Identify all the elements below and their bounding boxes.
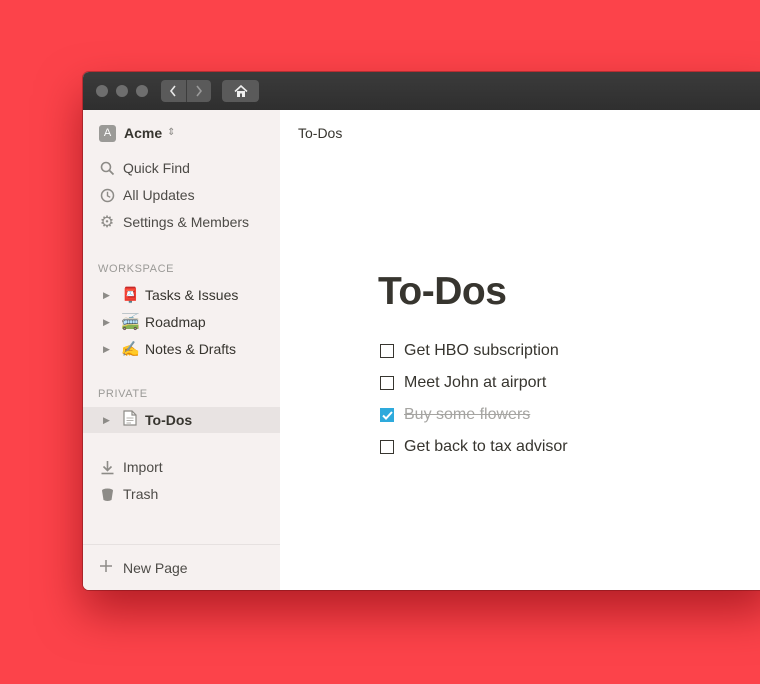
sidebar-page-tasks-issues[interactable]: ▶ 📮 Tasks & Issues [83,282,280,308]
forward-button[interactable] [185,80,212,102]
sidebar-page-label: Roadmap [145,314,206,330]
chevron-right-icon [196,85,202,97]
todo-checkbox[interactable] [380,376,394,390]
todo-text[interactable]: Get back to tax advisor [404,438,568,456]
settings-label: Settings & Members [123,214,250,230]
all-updates-label: All Updates [123,187,195,203]
new-page-button[interactable]: New Page [99,559,188,576]
search-icon [99,160,115,176]
quick-find-label: Quick Find [123,160,190,176]
checkmark-icon [381,410,393,420]
sidebar-page-label: To-Dos [145,412,193,428]
page-document-icon [121,410,139,430]
sidebar: A Acme ⇕ Quick Find All Updates ⚙ Settin… [83,110,281,590]
todo-item: Get HBO subscription [380,340,559,362]
todo-text[interactable]: Buy some flowers [404,406,530,424]
all-updates-item[interactable]: All Updates [99,185,195,205]
quick-find-item[interactable]: Quick Find [99,158,190,178]
page-emoji-icon: 📮 [121,287,140,304]
trash-item[interactable]: Trash [99,484,158,504]
new-page-bar: New Page [83,544,280,590]
workspace-name: Acme [124,125,163,141]
sidebar-page-roadmap[interactable]: ▶ 🚎 Roadmap [83,309,280,335]
todo-text[interactable]: Get HBO subscription [404,342,559,360]
workspace-section-label: WORKSPACE [98,263,175,275]
breadcrumb[interactable]: To-Dos [298,125,342,141]
page-emoji-icon: 🚎 [121,314,140,331]
expand-triangle-icon[interactable]: ▶ [103,317,113,328]
trash-label: Trash [123,486,159,502]
page-content: To-Dos To-Dos Get HBO subscription Meet … [280,110,760,590]
page-emoji-icon: ✍️ [121,341,140,358]
close-window-button[interactable] [96,85,108,97]
app-window: A Acme ⇕ Quick Find All Updates ⚙ Settin… [83,72,760,590]
private-section-label: PRIVATE [98,388,148,400]
home-icon [233,84,248,97]
workspace-avatar: A [99,124,116,142]
chevron-up-down-icon: ⇕ [167,127,176,138]
sidebar-page-todos[interactable]: ▶ To-Dos [83,407,280,433]
expand-triangle-icon[interactable]: ▶ [103,290,113,301]
minimize-window-button[interactable] [116,85,128,97]
title-bar [83,72,760,110]
clock-icon [99,187,115,203]
todo-text[interactable]: Meet John at airport [404,374,546,392]
settings-item[interactable]: ⚙ Settings & Members [99,212,249,232]
workspace-switcher[interactable]: A Acme ⇕ [99,124,176,142]
todo-checkbox-checked[interactable] [380,408,394,422]
import-item[interactable]: Import [99,457,163,477]
chevron-left-icon [170,85,176,97]
history-nav [161,80,211,102]
todo-item: Get back to tax advisor [380,436,568,458]
home-button[interactable] [222,80,259,102]
todo-checkbox[interactable] [380,440,394,454]
plus-icon [99,559,115,576]
sidebar-page-label: Notes & Drafts [145,341,237,357]
todo-item: Buy some flowers [380,404,530,426]
todo-checkbox[interactable] [380,344,394,358]
zoom-window-button[interactable] [136,85,148,97]
new-page-label: New Page [123,559,188,576]
download-icon [99,459,115,475]
back-button[interactable] [161,80,186,102]
trash-icon [99,486,115,502]
sidebar-page-label: Tasks & Issues [145,287,239,303]
expand-triangle-icon[interactable]: ▶ [103,344,113,355]
expand-triangle-icon[interactable]: ▶ [103,415,113,426]
sidebar-page-notes-drafts[interactable]: ▶ ✍️ Notes & Drafts [83,336,280,362]
import-label: Import [123,459,163,475]
page-title[interactable]: To-Dos [378,270,507,314]
todo-item: Meet John at airport [380,372,546,394]
gear-icon: ⚙ [99,214,115,231]
